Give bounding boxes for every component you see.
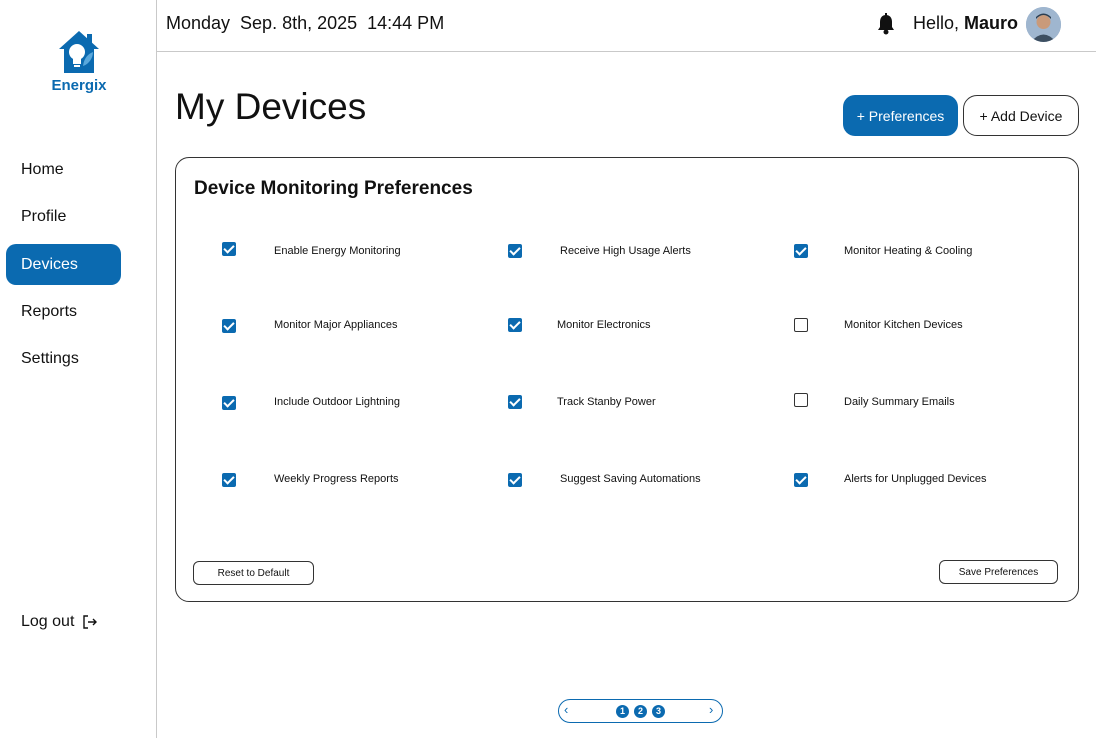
reset-to-default-button[interactable]: Reset to Default <box>193 561 314 585</box>
option-label: Monitor Major Appliances <box>274 319 398 331</box>
next-page-chevron-icon[interactable]: › <box>709 702 713 717</box>
add-device-button[interactable]: + Add Device <box>963 95 1079 136</box>
checkbox-high-usage-alerts[interactable] <box>508 244 522 258</box>
house-bulb-logo-icon <box>59 31 99 73</box>
option-label: Weekly Progress Reports <box>274 473 399 485</box>
checkbox-enable-energy-monitoring[interactable] <box>222 242 236 256</box>
sidebar-item-home[interactable]: Home <box>6 149 121 190</box>
user-name: Mauro <box>964 13 1018 33</box>
option-label: Include Outdoor Lightning <box>274 396 400 408</box>
page-title: My Devices <box>175 86 367 127</box>
page-2-button[interactable]: 2 <box>634 705 647 718</box>
preferences-card: Device Monitoring Preferences Enable Ene… <box>175 157 1079 602</box>
top-bar: Monday Sep. 8th, 2025 14:44 PM Hello, Ma… <box>157 0 1096 52</box>
sidebar-item-settings[interactable]: Settings <box>6 338 121 379</box>
sidebar-item-devices[interactable]: Devices <box>6 244 121 285</box>
checkbox-weekly-progress-reports[interactable] <box>222 473 236 487</box>
logout-icon <box>83 615 98 629</box>
app-logo[interactable]: Energix <box>44 28 114 94</box>
checkbox-outdoor-lightning[interactable] <box>222 396 236 410</box>
checkbox-electronics[interactable] <box>508 318 522 332</box>
option-label: Receive High Usage Alerts <box>560 245 691 257</box>
checkbox-major-appliances[interactable] <box>222 319 236 333</box>
card-title: Device Monitoring Preferences <box>194 178 473 199</box>
option-label: Monitor Kitchen Devices <box>844 319 963 331</box>
checkbox-standby-power[interactable] <box>508 395 522 409</box>
checkbox-daily-summary-emails[interactable] <box>794 393 808 407</box>
greeting-prefix: Hello, <box>912 13 964 33</box>
checkbox-saving-automations[interactable] <box>508 473 522 487</box>
checkbox-heating-cooling[interactable] <box>794 244 808 258</box>
sidebar-item-profile[interactable]: Profile <box>6 196 121 237</box>
option-label: Monitor Heating & Cooling <box>844 245 973 257</box>
logout-label: Log out <box>21 613 75 630</box>
checkbox-unplugged-alerts[interactable] <box>794 473 808 487</box>
option-label: Suggest Saving Automations <box>560 473 701 485</box>
pagination: ‹ 1 2 3 › <box>558 699 723 723</box>
greeting: Hello, Mauro <box>913 13 1018 34</box>
logout-button[interactable]: Log out <box>21 611 98 633</box>
option-label: Alerts for Unplugged Devices <box>844 473 987 485</box>
page-1-button[interactable]: 1 <box>616 705 629 718</box>
bell-icon[interactable] <box>876 13 896 40</box>
sidebar: Energix Home Profile Devices Reports Set… <box>0 0 157 738</box>
preferences-button[interactable]: + Preferences <box>843 95 958 136</box>
option-label: Daily Summary Emails <box>844 396 955 408</box>
save-preferences-button[interactable]: Save Preferences <box>939 560 1058 584</box>
app-name: Energix <box>51 77 107 94</box>
prev-page-chevron-icon[interactable]: ‹ <box>564 702 568 717</box>
option-label: Track Stanby Power <box>557 396 656 408</box>
option-label: Enable Energy Monitoring <box>274 245 401 257</box>
option-label: Monitor Electronics <box>557 319 651 331</box>
page-3-button[interactable]: 3 <box>652 705 665 718</box>
current-datetime: Monday Sep. 8th, 2025 14:44 PM <box>166 13 445 33</box>
checkbox-kitchen-devices[interactable] <box>794 318 808 332</box>
user-avatar[interactable] <box>1026 7 1061 42</box>
sidebar-item-reports[interactable]: Reports <box>6 291 121 332</box>
